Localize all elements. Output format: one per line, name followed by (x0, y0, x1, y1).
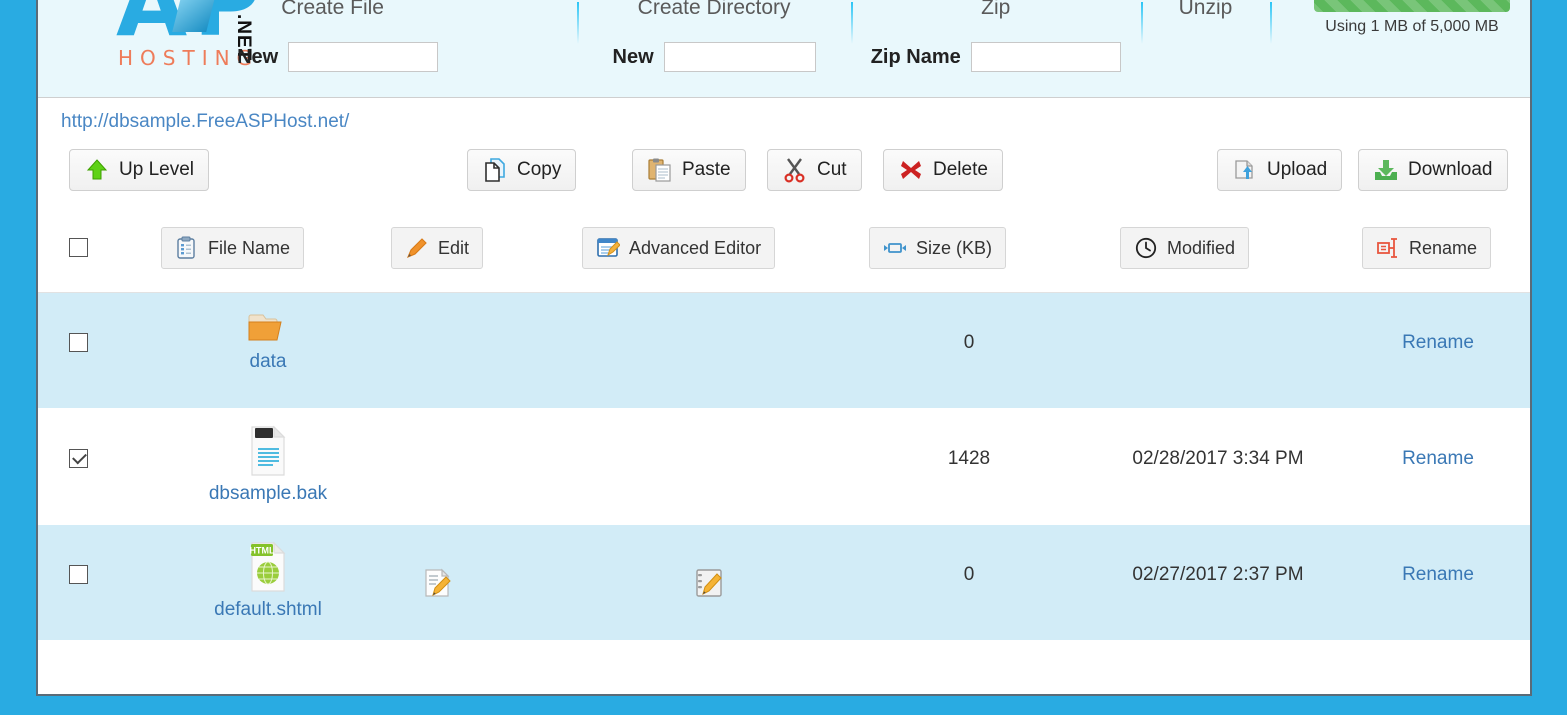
create-directory-title: Create Directory (637, 0, 791, 19)
column-modified-label: Modified (1167, 237, 1236, 258)
file-size: 0 (963, 332, 975, 353)
select-all-checkbox[interactable] (69, 238, 88, 257)
scissors-icon (782, 157, 808, 183)
up-arrow-icon (84, 157, 110, 183)
upload-button[interactable]: Upload (1217, 149, 1343, 191)
zip-name-label: Zip Name (870, 45, 961, 68)
file-entry[interactable]: dbsample.bak (188, 425, 348, 505)
table-row[interactable]: HTML default.shtml 0 02/27/2017 2:37 PM … (38, 525, 1530, 641)
cut-label: Cut (817, 159, 847, 180)
download-icon (1373, 157, 1399, 183)
create-file-title: Create File (281, 0, 384, 19)
rename-icon (1376, 236, 1400, 260)
column-file-name-label: File Name (208, 237, 291, 258)
action-toolbar: Up Level Copy Paste Cut Delete Upload Do… (38, 137, 1530, 211)
column-modified-button[interactable]: Modified (1120, 227, 1250, 269)
size-arrows-icon (883, 236, 907, 260)
file-modified: 02/27/2017 2:37 PM (1132, 564, 1304, 585)
rename-link[interactable]: Rename (1368, 564, 1508, 586)
html-file-icon: HTML (188, 541, 348, 593)
up-level-label: Up Level (119, 159, 194, 180)
delete-label: Delete (933, 159, 988, 180)
file-manager-panel: AP HOSTING .NET Create File New Create D… (36, 0, 1532, 696)
create-file-panel: Create File New (38, 0, 577, 97)
folder-icon (188, 309, 348, 345)
file-modified: 02/28/2017 3:34 PM (1132, 448, 1304, 469)
column-edit-button[interactable]: Edit (391, 227, 484, 269)
column-size-label: Size (KB) (916, 237, 993, 258)
file-entry[interactable]: data (188, 309, 348, 373)
create-directory-input[interactable] (663, 42, 816, 72)
paste-icon (647, 157, 673, 183)
copy-label: Copy (517, 159, 562, 180)
create-directory-label: New (612, 45, 654, 68)
rename-link[interactable]: Rename (1368, 448, 1508, 470)
advanced-editor-icon (596, 236, 620, 260)
column-file-name-button[interactable]: File Name (161, 227, 305, 269)
file-entry[interactable]: HTML default.shtml (188, 541, 348, 621)
upload-label: Upload (1267, 159, 1328, 180)
file-name-link[interactable]: dbsample.bak (188, 483, 348, 505)
pencil-icon (405, 236, 429, 260)
file-name-link[interactable]: default.shtml (188, 599, 348, 621)
create-file-input[interactable] (288, 42, 439, 72)
paste-button[interactable]: Paste (632, 149, 746, 191)
page-root: AP HOSTING .NET Create File New Create D… (0, 0, 1567, 715)
panel-divider-1 (577, 2, 580, 44)
clipboard-icon (175, 236, 199, 260)
svg-text:HTML: HTML (250, 546, 275, 556)
edit-file-icon[interactable] (422, 567, 452, 597)
column-rename-button[interactable]: Rename (1362, 227, 1492, 269)
table-row[interactable]: data 0 Rename (38, 293, 1530, 409)
top-toolbar-band: AP HOSTING .NET Create File New Create D… (38, 0, 1530, 98)
unzip-title: Unzip (1178, 0, 1233, 19)
unzip-panel: Unzip (1140, 0, 1271, 97)
clock-icon (1134, 236, 1158, 260)
file-size: 0 (963, 564, 975, 585)
copy-icon (482, 157, 508, 183)
breadcrumb-url-link[interactable]: http://dbsample.FreeASPHost.net/ (61, 111, 349, 132)
column-advanced-editor-label: Advanced Editor (629, 237, 762, 258)
create-directory-panel: Create Directory New (577, 0, 851, 97)
panel-divider-4 (1270, 2, 1273, 44)
breadcrumb: http://dbsample.FreeASPHost.net/ (38, 98, 1530, 133)
zip-name-input[interactable] (970, 42, 1121, 72)
panel-divider-3 (1140, 2, 1143, 44)
copy-button[interactable]: Copy (467, 149, 577, 191)
column-edit-label: Edit (438, 237, 470, 258)
delete-button[interactable]: Delete (883, 149, 1003, 191)
column-header-row: File Name Edit Advanced Editor Size (KB)… (38, 211, 1530, 293)
storage-panel: Using 1 MB of 5,000 MB (1270, 0, 1530, 97)
column-rename-label: Rename (1409, 237, 1478, 258)
zip-title: Zip (981, 0, 1011, 19)
storage-usage: Using 1 MB of 5,000 MB (1314, 0, 1511, 36)
download-button[interactable]: Download (1358, 149, 1508, 191)
storage-usage-text: Using 1 MB of 5,000 MB (1325, 18, 1499, 35)
zip-panel: Zip Zip Name (850, 0, 1141, 97)
column-advanced-editor-button[interactable]: Advanced Editor (582, 227, 776, 269)
file-size: 1428 (947, 448, 991, 469)
row-checkbox[interactable] (69, 565, 88, 584)
storage-progress-bar (1314, 0, 1511, 12)
panel-divider-2 (850, 2, 853, 44)
upload-icon (1232, 157, 1258, 183)
paste-label: Paste (682, 159, 731, 180)
column-size-button[interactable]: Size (KB) (869, 227, 1007, 269)
row-checkbox[interactable] (69, 333, 88, 352)
advanced-editor-file-icon[interactable] (693, 567, 723, 597)
file-name-link[interactable]: data (188, 351, 348, 373)
backup-file-icon (188, 425, 348, 477)
up-level-button[interactable]: Up Level (69, 149, 209, 191)
delete-x-icon (898, 157, 924, 183)
table-row[interactable]: dbsample.bak 1428 02/28/2017 3:34 PM Ren… (38, 409, 1530, 525)
create-file-label: New (237, 45, 279, 68)
download-label: Download (1408, 159, 1493, 180)
cut-button[interactable]: Cut (767, 149, 862, 191)
rename-link[interactable]: Rename (1368, 332, 1508, 354)
row-checkbox[interactable] (69, 449, 88, 468)
